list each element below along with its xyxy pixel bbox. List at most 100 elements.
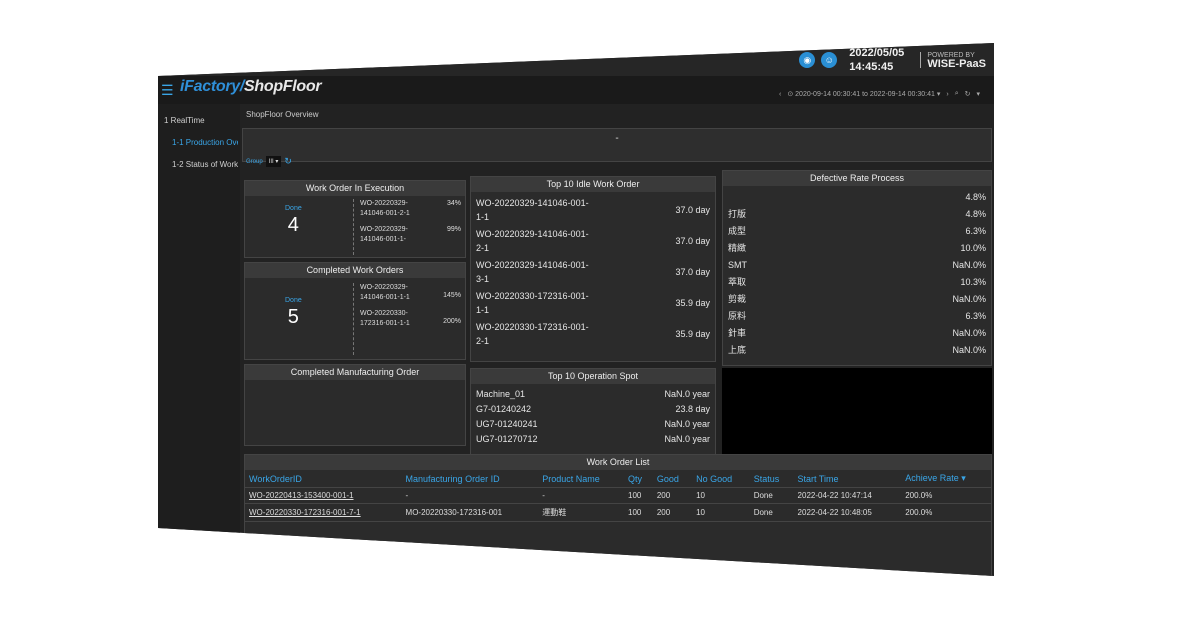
globe-icon[interactable]: ◉ [799, 52, 816, 68]
table-cell: 200 [652, 503, 693, 522]
list-item[interactable]: WO-20220329-141046-001-1- 99% [360, 225, 461, 245]
column-header[interactable]: Manufacturing Order ID [401, 470, 539, 488]
sidebar-item-realtime[interactable]: 1 RealTime [164, 116, 240, 125]
powered-by: POWERED BY WISE-PaaS [920, 52, 986, 70]
list-item[interactable]: WO-20220329-141046-001-1-1 145% [360, 283, 461, 303]
sidebar: 1 RealTime 1-1 Production Overview 1-2 S… [158, 104, 240, 576]
column-header[interactable]: Status [749, 470, 794, 488]
list-item[interactable]: UG7-01240241 NaN.0 year [473, 416, 713, 431]
list-item[interactable]: G7-01240242 23.8 day [473, 401, 713, 416]
table-cell[interactable]: WO-20220413-153400-001-1 [245, 487, 402, 504]
chevron-left-icon[interactable]: ‹ [779, 91, 781, 98]
table-cell: Done [749, 503, 794, 522]
operation-list: Machine_01 NaN.0 year G7-01240242 23.8 day U… [471, 384, 715, 454]
spot-name: UG7-01270712 [476, 433, 538, 444]
empty-area [722, 368, 992, 464]
menu-icon[interactable]: ☰ [161, 82, 174, 99]
panel-title: Top 10 Idle Work Order [471, 177, 715, 192]
list-item: 原料 6.3% [725, 307, 989, 324]
defect-rate: NaN.0% [952, 344, 986, 355]
dropdown-icon[interactable]: ▾ [976, 90, 980, 98]
defect-rate: NaN.0% [952, 327, 986, 338]
table-cell[interactable]: WO-20220330-172316-001-7-1 [245, 503, 402, 522]
list-item[interactable]: Machine_01 NaN.0 year [473, 386, 713, 401]
sidebar-item-status-work-order[interactable]: 1-2 Status of Work Order [172, 160, 238, 169]
table-cell: 200.0% [901, 503, 991, 522]
table-cell: 100 [624, 503, 653, 522]
list-item[interactable]: WO-20220329-141046-001-2-1 37.0 day [473, 225, 713, 256]
exec-list: WO-20220329-141046-001-2-1 34% WO-2022032… [353, 199, 461, 255]
done-block: Done 4 [285, 205, 302, 237]
table-cell: 10 [692, 487, 750, 504]
time-text: 14:45:45 [849, 61, 894, 73]
spot-name: G7-01240242 [476, 403, 532, 414]
column-header[interactable]: Achieve Rate ▾ [901, 470, 991, 488]
sidebar-item-production-overview[interactable]: 1-1 Production Overview [172, 138, 238, 147]
list-item: 上底 NaN.0% [725, 341, 989, 358]
completed-mfg-panel: Completed Manufacturing Order [244, 364, 466, 446]
table-body: WO-20220413-153400-001-1- -100 200 10 Done 20… [245, 487, 991, 522]
user-icon[interactable]: ☺ [821, 52, 838, 68]
list-item: 成型 6.3% [725, 222, 989, 239]
group-selector: Group III ▾ ↻ [246, 156, 292, 167]
panel-title: Completed Work Orders [245, 263, 465, 278]
work-order-id: WO-20220329-141046-001-1-1 [476, 197, 589, 222]
refresh-icon[interactable]: ↻ [965, 90, 971, 98]
list-item[interactable]: WO-20220330-172316-001 [473, 349, 713, 358]
spot-value: 23.8 day [675, 403, 710, 414]
list-item[interactable]: WO-20220329-141046-001-3-1 37.0 day [473, 256, 713, 287]
list-item: 精緻 10.0% [725, 239, 989, 256]
column-header[interactable]: Product Name [538, 470, 625, 488]
date-text: 2022/05/05 [849, 47, 905, 59]
idle-duration: 37.0 day [675, 266, 710, 277]
list-item[interactable]: WO-20220329-141046-001-1-1 37.0 day [473, 194, 713, 225]
operation-spot-panel: Top 10 Operation Spot Machine_01 NaN.0 ye… [470, 368, 716, 456]
column-header[interactable]: Start Time [793, 470, 902, 488]
panel-title: Defective Rate Process [723, 171, 991, 186]
table-cell: 運動鞋 [538, 503, 625, 522]
process-name: 成型 [728, 226, 747, 236]
header-panel: - [242, 128, 992, 162]
done-count: 5 [287, 306, 299, 328]
process-name: 精緻 [728, 243, 747, 253]
work-order-id: WO-20220329-141046-001-2-1 [476, 228, 589, 253]
list-item[interactable]: WO-20220330-172316-001-1-1 200% [360, 309, 461, 329]
process-name: 打版 [728, 209, 747, 219]
process-name: 上底 [728, 345, 747, 355]
work-order-list-panel: Work Order List WorkOrderID Manufacturing… [244, 454, 992, 576]
list-item[interactable]: UG7-01270712 NaN.0 year [473, 431, 713, 446]
powered-brand: WISE-PaaS [927, 58, 986, 70]
done-block: Done 5 [285, 297, 302, 329]
list-item: 萃取 10.3% [725, 273, 989, 290]
completed-work-orders-panel: Completed Work Orders Done 5 WO-20220329… [244, 262, 466, 360]
process-name: 剪裁 [728, 294, 747, 304]
table-cell: 100 [624, 487, 653, 504]
column-header[interactable]: WorkOrderID [245, 470, 402, 488]
list-item: 打版 4.8% [725, 205, 989, 222]
list-item[interactable]: WO-20220330-172316-001-2-1 35.9 day [473, 318, 713, 349]
chevron-right-icon[interactable]: › [946, 91, 948, 98]
table-row[interactable]: WO-20220330-172316-001-7-1 MO-20220330-17… [245, 503, 991, 522]
table-cell: 200 [652, 487, 693, 504]
column-header[interactable]: No Good [692, 470, 750, 488]
list-item[interactable]: WO-20220330-172316-001-1-1 35.9 day [473, 287, 713, 318]
process-name: 原料 [728, 311, 747, 321]
zoom-icon[interactable]: ⌕ [955, 90, 959, 98]
table-cell: - [538, 487, 625, 504]
defect-rate: 4.8% [965, 208, 986, 219]
work-in-execution-panel: Work Order In Execution Done 4 WO-202203… [244, 180, 466, 258]
brand-part2: ShopFloor [244, 78, 322, 95]
list-item: 針車 NaN.0% [725, 324, 989, 341]
panel-title: Work Order In Execution [245, 181, 465, 196]
time-range-picker[interactable]: ⊙ 2020-09-14 00:30:41 to 2022-09-14 00:3… [787, 90, 940, 98]
list-item[interactable]: WO-20220329-141046-001-2-1 34% [360, 199, 461, 219]
column-header[interactable]: Qty [624, 470, 653, 488]
refresh-group-icon[interactable]: ↻ [284, 156, 292, 167]
work-order-id: WO-20220330-172316-001-1-1 [476, 290, 589, 315]
column-header[interactable]: Good [652, 470, 693, 488]
group-select[interactable]: III ▾ [265, 156, 282, 167]
process-name: 萃取 [728, 277, 747, 287]
idle-duration: 37.0 day [675, 235, 710, 246]
table-row[interactable]: WO-20220413-153400-001-1- -100 200 10 Done 20… [245, 487, 991, 504]
group-label: Group [246, 158, 263, 165]
